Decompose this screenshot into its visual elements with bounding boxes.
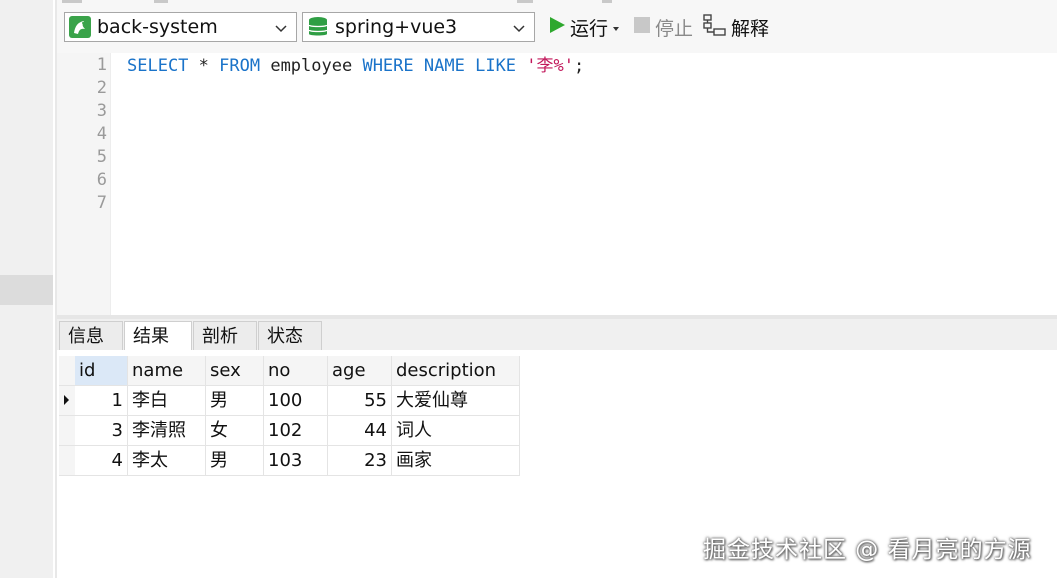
table-cell-name[interactable]: 李太 — [128, 446, 206, 476]
connection-select[interactable]: back-system — [64, 12, 297, 42]
column-header-description[interactable]: description — [392, 356, 520, 386]
table-cell-no[interactable]: 102 — [264, 416, 328, 446]
table-cell-no[interactable]: 103 — [264, 446, 328, 476]
stop-button-label: 停止 — [655, 17, 694, 40]
table-cell-name[interactable]: 李白 — [128, 386, 206, 416]
watermark-text: 掘金技术社区 @ 看月亮的方源 — [703, 537, 1032, 563]
sql-keyword: FROM — [219, 56, 261, 76]
sql-keyword: LIKE — [475, 56, 517, 76]
tab-status[interactable]: 状态 — [258, 321, 322, 350]
line-number: 2 — [96, 78, 107, 98]
tab-info[interactable]: 信息 — [59, 321, 123, 350]
table-cell-age[interactable]: 55 — [328, 386, 392, 416]
table-cell-no[interactable]: 100 — [264, 386, 328, 416]
explain-icon — [703, 13, 727, 41]
line-number: 1 — [96, 55, 107, 75]
line-number: 3 — [96, 101, 107, 121]
run-button[interactable]: 运行 — [548, 14, 620, 40]
sql-editor[interactable]: 1 2 3 4 5 6 7 SELECT * FROM employee WHE… — [57, 53, 1057, 315]
table-cell-sex[interactable]: 男 — [206, 386, 264, 416]
tab-result-1[interactable]: 结果 1 — [124, 321, 192, 376]
table-cell-description[interactable]: 画家 — [392, 446, 520, 476]
play-icon — [548, 16, 566, 39]
line-number: 5 — [96, 147, 107, 167]
sql-keyword: NAME — [423, 56, 465, 76]
sql-space — [516, 56, 526, 76]
query-toolbar: back-system spring+vue3 运行 停止 解释 — [57, 0, 1057, 53]
table-cell-description[interactable]: 大爱仙尊 — [392, 386, 520, 416]
row-selector[interactable] — [59, 446, 75, 476]
table-cell-id[interactable]: 3 — [75, 416, 128, 446]
left-panel — [0, 0, 53, 578]
sql-keyword: SELECT — [127, 56, 189, 76]
database-select[interactable]: spring+vue3 — [302, 12, 535, 42]
stop-button[interactable]: 停止 — [633, 14, 693, 40]
grid-corner — [59, 356, 75, 386]
explain-button[interactable]: 解释 — [703, 13, 770, 41]
sql-terminator: ; — [574, 56, 585, 76]
run-dropdown-arrow-icon[interactable] — [612, 16, 620, 38]
column-header-age[interactable]: age — [328, 356, 392, 386]
chevron-down-icon — [512, 20, 526, 34]
sql-space — [414, 56, 424, 76]
sql-string-literal: '李%' — [526, 56, 575, 76]
line-number: 6 — [96, 170, 107, 190]
explain-button-label: 解释 — [731, 17, 770, 40]
table-cell-age[interactable]: 44 — [328, 416, 392, 446]
row-selector[interactable] — [59, 386, 75, 416]
connection-select-value: back-system — [97, 16, 218, 38]
column-header-sex[interactable]: sex — [206, 356, 264, 386]
row-selector[interactable] — [59, 416, 75, 446]
table-cell-sex[interactable]: 女 — [206, 416, 264, 446]
database-icon — [307, 16, 329, 38]
dolphin-connection-icon — [69, 16, 91, 38]
table-cell-id[interactable]: 4 — [75, 446, 128, 476]
sql-space — [465, 56, 475, 76]
left-panel-selected-band — [0, 275, 53, 305]
table-cell-name[interactable]: 李清照 — [128, 416, 206, 446]
column-header-no[interactable]: no — [264, 356, 328, 386]
sql-code-line[interactable]: SELECT * FROM employee WHERE NAME LIKE '… — [127, 55, 584, 78]
stop-icon — [633, 16, 651, 39]
table-cell-age[interactable]: 23 — [328, 446, 392, 476]
table-cell-description[interactable]: 词人 — [392, 416, 520, 446]
column-header-id[interactable]: id — [75, 356, 128, 386]
line-number: 7 — [96, 193, 107, 213]
column-header-name[interactable]: name — [128, 356, 206, 386]
tab-profile[interactable]: 剖析 — [193, 321, 257, 350]
sql-table-name: employee — [260, 56, 363, 76]
sql-token: * — [188, 56, 220, 76]
toolbar-top-edge — [57, 0, 1057, 4]
sql-keyword: WHERE — [362, 56, 414, 76]
chevron-down-icon — [274, 20, 288, 34]
gutter-separator — [110, 53, 111, 315]
result-tabs: 信息 结果 1 剖析 状态 — [57, 319, 1057, 376]
run-button-label: 运行 — [570, 17, 609, 40]
database-select-value: spring+vue3 — [335, 16, 458, 38]
table-cell-sex[interactable]: 男 — [206, 446, 264, 476]
table-cell-id[interactable]: 1 — [75, 386, 128, 416]
line-number: 4 — [96, 124, 107, 144]
line-number-gutter: 1 2 3 4 5 6 7 — [57, 53, 110, 315]
